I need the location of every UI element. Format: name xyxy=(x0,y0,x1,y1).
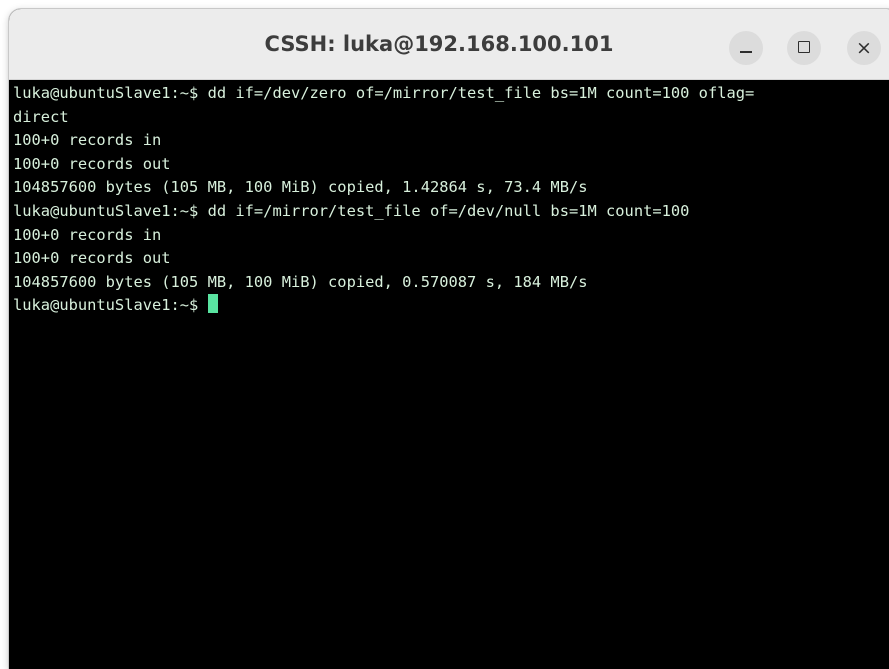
terminal-cursor xyxy=(207,294,218,314)
terminal-line: 100+0 records out xyxy=(13,249,171,268)
minimize-button[interactable] xyxy=(729,31,763,65)
terminal-line: 104857600 bytes (105 MB, 100 MiB) copied… xyxy=(13,178,588,197)
title-bar[interactable]: CSSH: luka@192.168.100.101 × xyxy=(9,9,889,80)
close-icon: × xyxy=(856,37,872,59)
cssh-window: CSSH: luka@192.168.100.101 × luka@ubuntu… xyxy=(9,9,889,669)
terminal-line: 104857600 bytes (105 MB, 100 MiB) copied… xyxy=(13,272,588,291)
terminal-line: 100+0 records out xyxy=(13,154,171,173)
terminal-area[interactable]: luka@ubuntuSlave1:~$ dd if=/dev/zero of=… xyxy=(9,80,889,669)
close-button[interactable]: × xyxy=(847,31,881,65)
terminal-line: luka@ubuntuSlave1:~$ dd if=/mirror/test_… xyxy=(13,201,690,220)
terminal-prompt-line[interactable]: luka@ubuntuSlave1:~$ xyxy=(13,294,889,318)
minimize-icon xyxy=(740,51,752,53)
terminal-prompt: luka@ubuntuSlave1:~$ xyxy=(13,296,208,315)
maximize-icon xyxy=(798,40,810,53)
terminal-line: direct xyxy=(13,107,69,126)
terminal-line: 100+0 records in xyxy=(13,131,162,150)
maximize-button[interactable] xyxy=(787,31,821,65)
terminal-line: luka@ubuntuSlave1:~$ dd if=/dev/zero of=… xyxy=(13,84,755,102)
terminal-line: 100+0 records in xyxy=(13,225,162,244)
